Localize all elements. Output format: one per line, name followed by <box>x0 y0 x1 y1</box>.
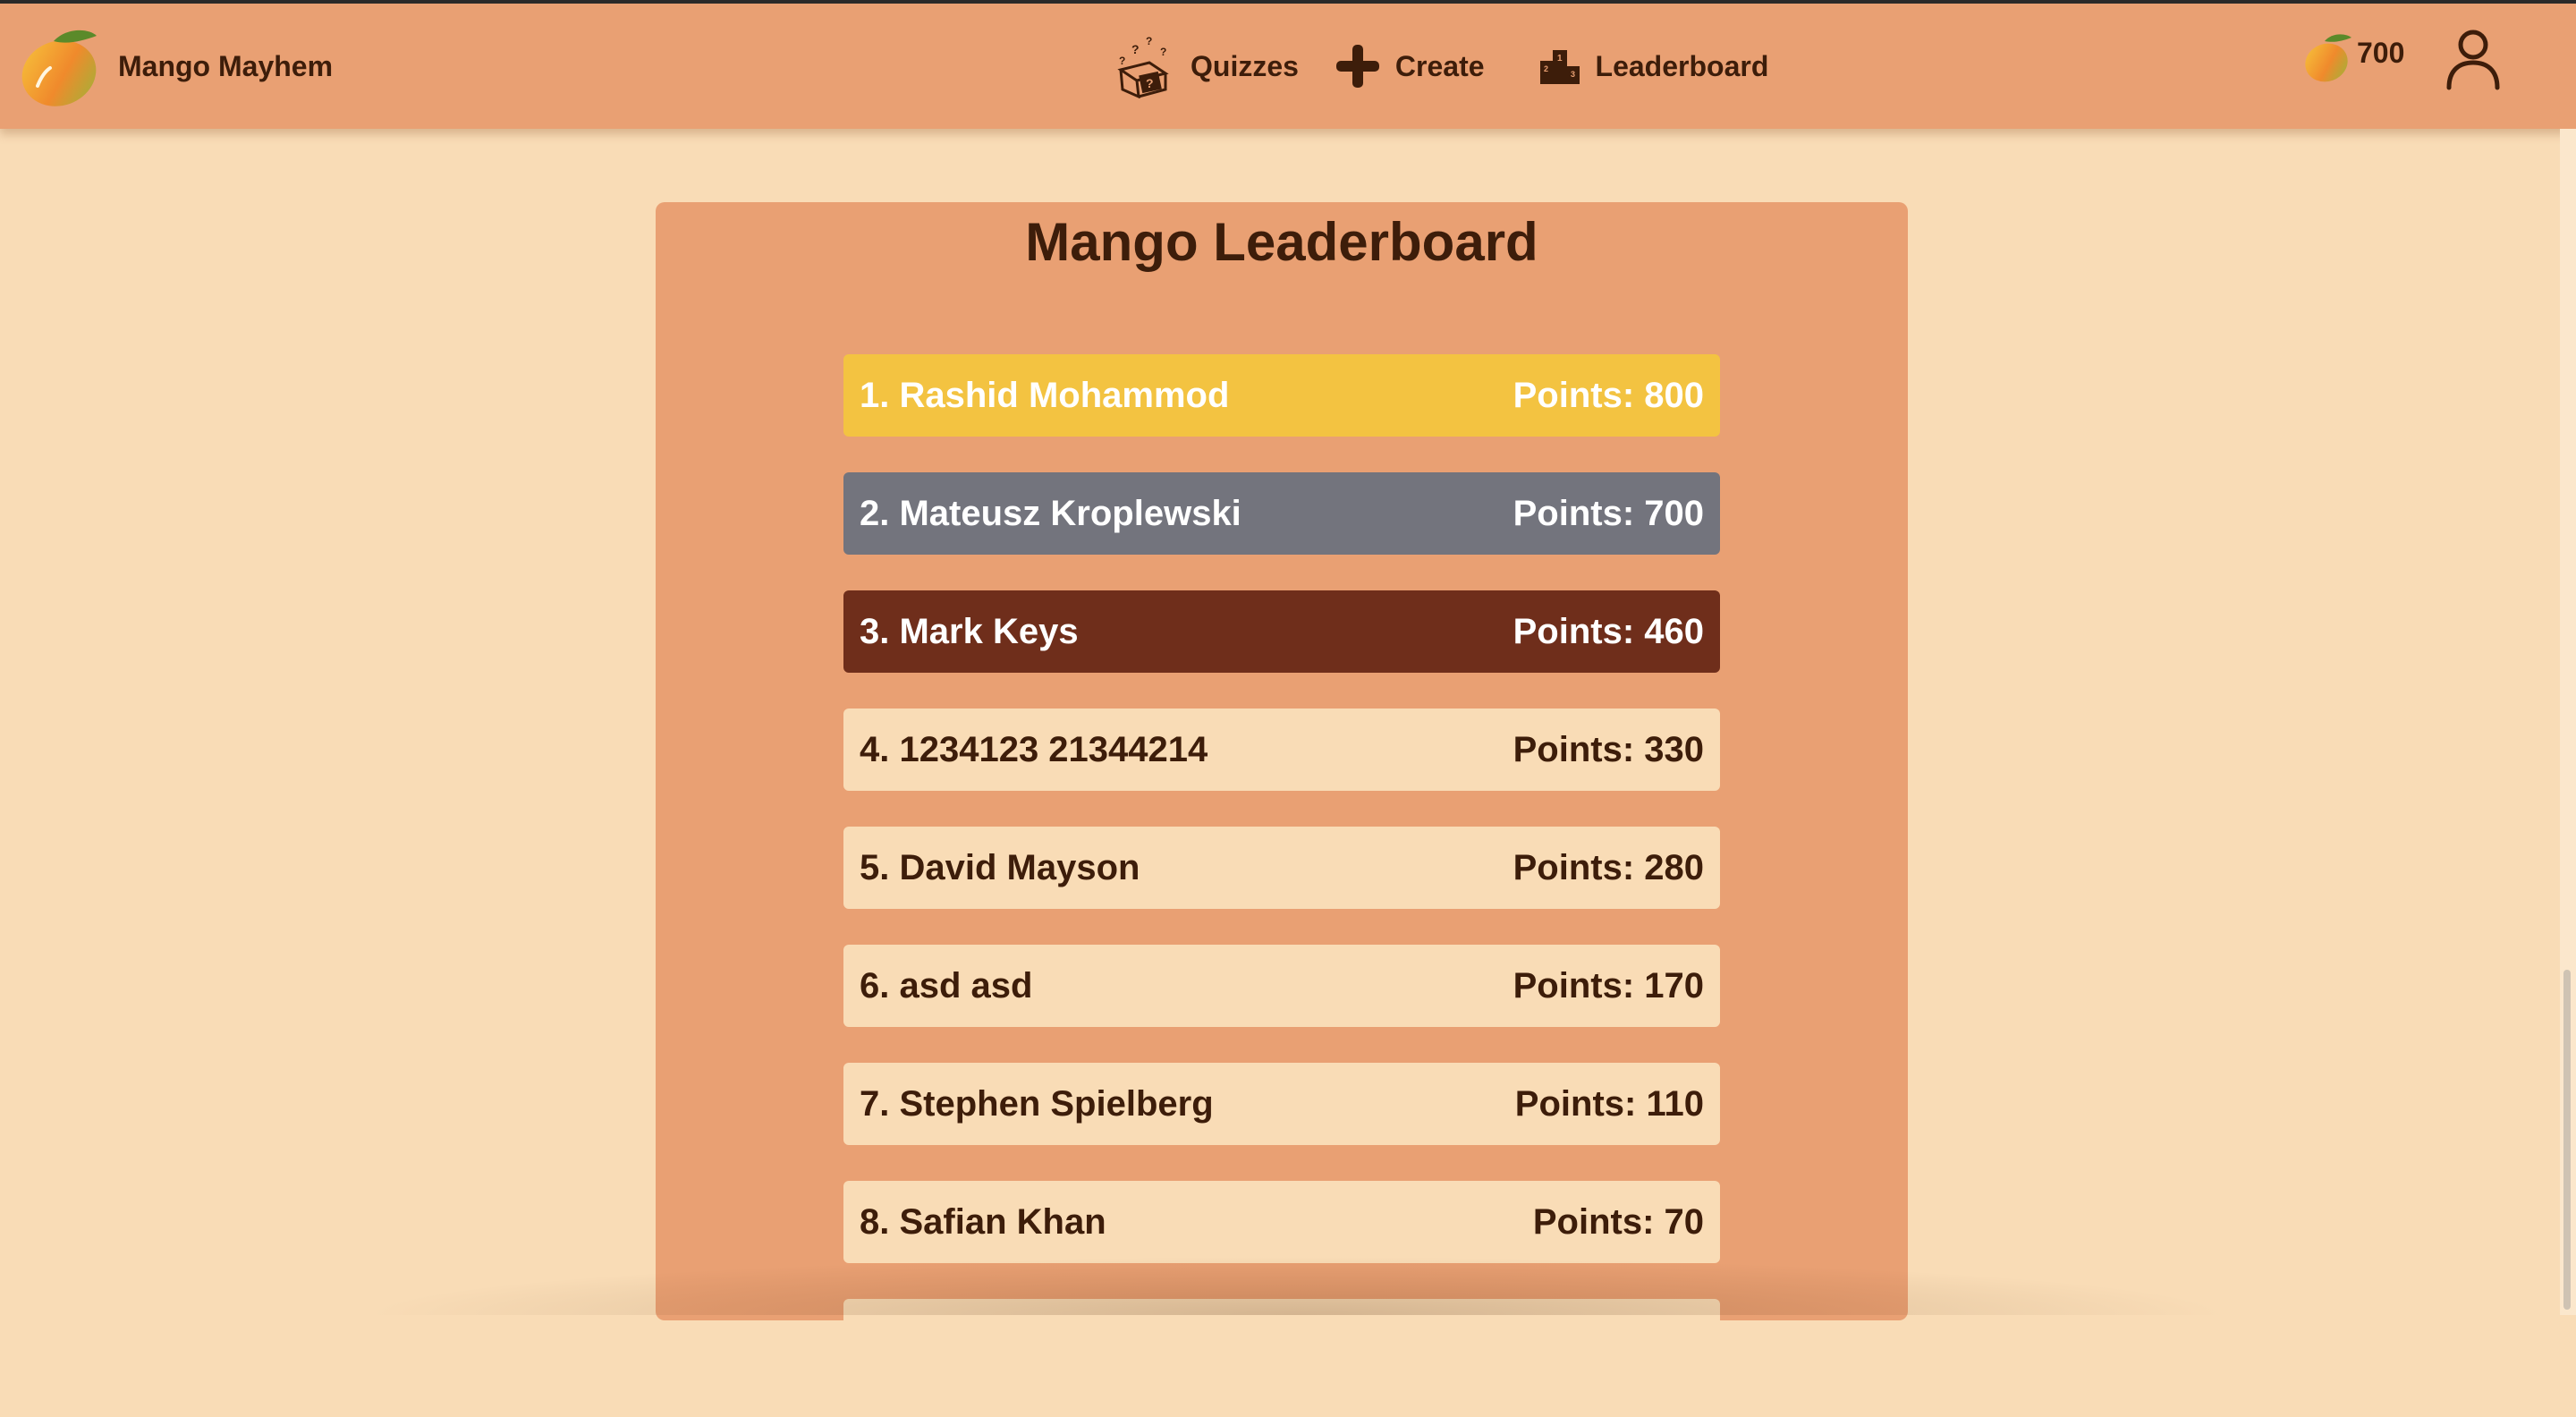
mango-logo-icon <box>21 30 97 106</box>
podium-icon: 1 2 3 <box>1539 50 1580 84</box>
leaderboard-row[interactable]: 6. asd asd Points: 170 <box>843 945 1720 1027</box>
brand-home-link[interactable]: Mango Mayhem <box>18 21 333 111</box>
main-nav: ? ? ? ? ? Quizzes Create 1 2 3 Leaderboa… <box>1114 29 1804 104</box>
nav-quizzes-label: Quizzes <box>1191 49 1299 82</box>
page-title: Mango Leaderboard <box>1025 212 1538 272</box>
svg-text:?: ? <box>1160 46 1166 58</box>
user-points-badge: 700 <box>2303 29 2404 86</box>
player-name: 3. Mark Keys <box>860 611 1079 651</box>
nav-leaderboard[interactable]: 1 2 3 Leaderboard <box>1521 45 1769 88</box>
leaderboard-list: 1. Rashid Mohammod Points: 800 2. Mateus… <box>843 354 1720 1417</box>
scrollbar-thumb[interactable] <box>2563 970 2571 1310</box>
quiz-box-icon: ? ? ? ? ? <box>1117 35 1169 98</box>
svg-text:1: 1 <box>1557 54 1563 64</box>
player-points: Points: 110 <box>1514 1083 1704 1124</box>
user-icon <box>2446 30 2500 90</box>
svg-text:3: 3 <box>1571 70 1575 79</box>
top-nav-bar: Mango Mayhem ? ? ? ? ? Quizzes Create 1 … <box>0 4 2576 129</box>
leaderboard-row[interactable]: 3. Mark Keys Points: 460 <box>843 590 1720 673</box>
player-name: 7. Stephen Spielberg <box>860 1083 1214 1124</box>
player-points: Points: 700 <box>1513 493 1704 533</box>
plus-icon <box>1335 45 1379 88</box>
player-points: Points: 330 <box>1513 729 1704 769</box>
player-name: 4. 1234123 21344214 <box>860 729 1208 769</box>
nav-create-label: Create <box>1394 49 1485 82</box>
player-name: 8. Safian Khan <box>860 1201 1106 1242</box>
mango-points-icon <box>2305 34 2351 82</box>
svg-text:2: 2 <box>1544 64 1548 73</box>
nav-leaderboard-label: Leaderboard <box>1595 49 1769 82</box>
leaderboard-row[interactable]: 7. Stephen Spielberg Points: 110 <box>843 1063 1720 1145</box>
svg-text:?: ? <box>1119 55 1125 67</box>
nav-quizzes[interactable]: ? ? ? ? ? Quizzes <box>1114 34 1299 98</box>
player-points: Points: 170 <box>1513 965 1704 1005</box>
player-name: 1. Rashid Mohammod <box>860 375 1230 415</box>
leaderboard-row[interactable]: 8. Safian Khan Points: 70 <box>843 1181 1720 1263</box>
player-name: 5. David Mayson <box>860 847 1140 887</box>
svg-text:?: ? <box>1146 76 1154 90</box>
player-points: Points: 280 <box>1513 847 1704 887</box>
player-points: Points: 800 <box>1513 375 1704 415</box>
user-points-value: 700 <box>2357 36 2405 69</box>
player-points: Points: 460 <box>1513 611 1704 651</box>
player-points: Points: 70 <box>1532 1201 1704 1242</box>
player-name: 6. asd asd <box>860 965 1033 1005</box>
svg-text:?: ? <box>1146 35 1152 47</box>
player-name: 2. Mateusz Kroplewski <box>860 493 1241 533</box>
nav-create[interactable]: Create <box>1335 43 1485 89</box>
leaderboard-row[interactable]: 1. Rashid Mohammod Points: 800 <box>843 354 1720 437</box>
leaderboard-row[interactable]: 5. David Mayson Points: 280 <box>843 827 1720 909</box>
leaderboard-row[interactable]: 2. Mateusz Kroplewski Points: 700 <box>843 472 1720 555</box>
app-title: Mango Mayhem <box>118 49 334 82</box>
leaderboard-row[interactable]: 4. 1234123 21344214 Points: 330 <box>843 708 1720 791</box>
leaderboard-panel: Mango Leaderboard 1. Rashid Mohammod Poi… <box>656 202 1908 1381</box>
user-profile-button[interactable] <box>2442 27 2504 91</box>
svg-text:?: ? <box>1131 42 1140 56</box>
page-scrollbar[interactable] <box>2560 129 2576 1315</box>
